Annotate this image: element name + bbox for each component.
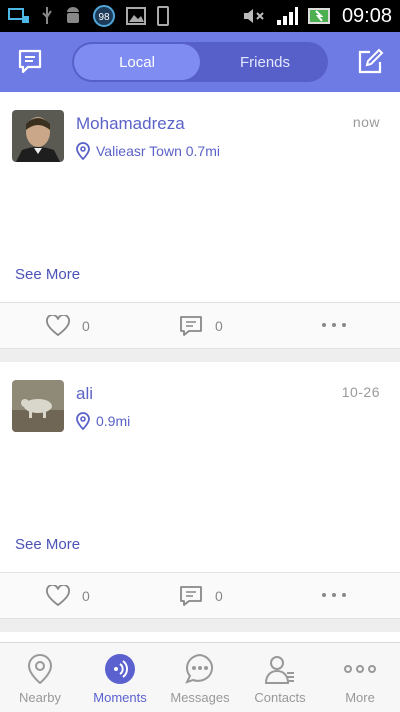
post-card xyxy=(0,632,400,642)
chat-bubble-icon xyxy=(18,49,42,74)
nav-label: Messages xyxy=(170,690,230,705)
see-more-link[interactable]: See More xyxy=(15,266,80,283)
location-pin-icon xyxy=(24,653,56,685)
dot xyxy=(322,593,326,597)
comment-count: 0 xyxy=(215,318,223,334)
comment-count: 0 xyxy=(215,588,223,604)
contacts-icon xyxy=(264,653,296,685)
status-right-icons: 09:08 xyxy=(242,4,392,28)
signal-icon xyxy=(276,6,298,26)
like-button[interactable]: 0 xyxy=(46,585,90,607)
status-left-icons: 98 xyxy=(8,4,170,28)
battery-icon xyxy=(307,7,332,25)
nav-more[interactable]: More xyxy=(320,643,400,712)
badge-icon: 98 xyxy=(92,4,116,28)
compose-button[interactable] xyxy=(354,46,386,78)
post-location: Valieasr Town 0.7mi xyxy=(76,142,220,160)
like-count: 0 xyxy=(82,588,90,604)
like-count: 0 xyxy=(82,318,90,334)
nav-nearby[interactable]: Nearby xyxy=(0,643,80,712)
post-actions: 0 0 xyxy=(0,572,400,618)
nav-label: Moments xyxy=(93,690,147,705)
post-time: 10-26 xyxy=(341,384,380,400)
status-bar: 98 09:08 xyxy=(0,0,400,32)
post-divider xyxy=(0,618,400,632)
comment-icon xyxy=(180,316,202,336)
image-icon xyxy=(126,7,146,25)
app-header: Local Friends xyxy=(0,32,400,92)
compose-icon xyxy=(358,48,384,74)
post-card: Mohamadreza Valieasr Town 0.7mi now See … xyxy=(0,92,400,348)
post-location-text: Valieasr Town 0.7mi xyxy=(96,143,220,159)
post-card: ali 0.9mi 10-26 See More 0 0 xyxy=(0,362,400,618)
comment-icon xyxy=(180,586,202,606)
heart-icon xyxy=(46,585,70,607)
moments-feed[interactable]: Mohamadreza Valieasr Town 0.7mi now See … xyxy=(0,92,400,642)
dot xyxy=(322,323,326,327)
nav-moments[interactable]: Moments xyxy=(80,643,160,712)
more-options-button[interactable] xyxy=(322,315,346,335)
phone-icon xyxy=(156,6,170,26)
post-location-text: 0.9mi xyxy=(96,413,131,429)
comment-button[interactable]: 0 xyxy=(179,585,223,607)
nav-messages[interactable]: Messages xyxy=(160,643,240,712)
location-pin-icon xyxy=(76,142,90,160)
dot xyxy=(342,323,346,327)
chat-bubble-button[interactable] xyxy=(14,46,46,78)
dot xyxy=(332,593,336,597)
location-pin-icon xyxy=(76,412,90,430)
nav-label: Contacts xyxy=(254,690,306,705)
like-button[interactable]: 0 xyxy=(46,315,90,337)
avatar[interactable] xyxy=(12,380,64,432)
post-actions: 0 0 xyxy=(0,302,400,348)
dot xyxy=(342,593,346,597)
heart-icon xyxy=(46,315,70,337)
monitor-icon xyxy=(8,7,30,25)
clock: 09:08 xyxy=(341,4,392,27)
post-username[interactable]: ali xyxy=(76,384,93,404)
comment-button[interactable]: 0 xyxy=(179,315,223,337)
nav-contacts[interactable]: Contacts xyxy=(240,643,320,712)
more-options-button[interactable] xyxy=(322,585,346,605)
more-icon xyxy=(344,653,376,685)
messages-icon xyxy=(184,653,216,685)
bottom-nav: Nearby Moments Messages Contacts More xyxy=(0,642,400,712)
post-divider xyxy=(0,348,400,362)
nav-label: More xyxy=(345,690,375,705)
post-time: now xyxy=(352,114,380,130)
see-more-link[interactable]: See More xyxy=(15,536,80,553)
moments-icon xyxy=(104,653,136,685)
post-username[interactable]: Mohamadreza xyxy=(76,114,185,134)
tab-local[interactable]: Local xyxy=(74,44,200,80)
tab-switcher: Local Friends xyxy=(72,42,328,82)
post-body: Mohamadreza Valieasr Town 0.7mi now See … xyxy=(0,92,400,302)
usb-icon xyxy=(40,6,54,26)
post-location: 0.9mi xyxy=(76,412,130,430)
android-icon xyxy=(64,6,82,26)
mute-icon xyxy=(242,6,266,26)
avatar[interactable] xyxy=(12,110,64,162)
tab-friends[interactable]: Friends xyxy=(202,42,328,82)
dot xyxy=(332,323,336,327)
post-body: ali 0.9mi 10-26 See More xyxy=(0,362,400,572)
badge-count: 98 xyxy=(98,12,110,23)
nav-label: Nearby xyxy=(19,690,61,705)
